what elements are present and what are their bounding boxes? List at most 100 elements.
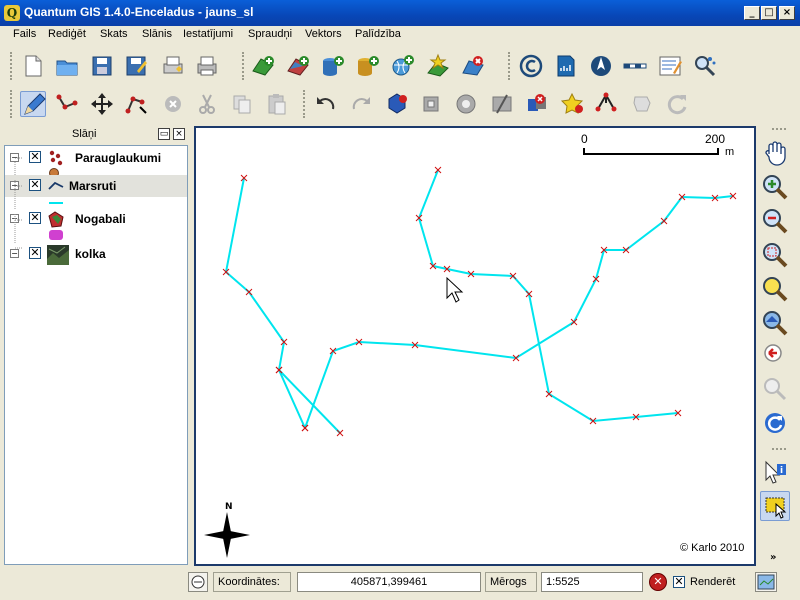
scale-input[interactable]: 1:5525: [541, 572, 643, 592]
add-spatialite-layer-icon[interactable]: [354, 53, 380, 79]
north-arrow-plugin-icon[interactable]: [588, 53, 614, 79]
save-as-icon[interactable]: [123, 53, 149, 79]
render-checkbox[interactable]: ✕: [673, 576, 685, 588]
maximize-button[interactable]: □: [761, 6, 777, 20]
rotate-point-symbols-icon[interactable]: [629, 91, 655, 117]
georeferencer-icon[interactable]: [657, 53, 683, 79]
refresh-icon[interactable]: [760, 408, 790, 438]
close-button[interactable]: ×: [779, 6, 795, 20]
menu-bar: Fails Rediģēt Skats Slānis Iestatījumi S…: [0, 26, 800, 44]
plugin-search-icon[interactable]: [692, 53, 718, 79]
add-postgis-layer-icon[interactable]: [319, 53, 345, 79]
zoom-last-icon[interactable]: [760, 340, 790, 370]
scalebar-end-label: 200: [705, 132, 726, 146]
open-project-icon[interactable]: [54, 53, 80, 79]
menu-view[interactable]: Skats: [100, 28, 128, 40]
layers-legend: − ✕ Parauglaukumi − ✕ Marsruti − ✕ Nogab…: [4, 145, 188, 565]
vertex-marker: [660, 217, 668, 225]
title-bar: Q Quantum GIS 1.4.0-Enceladus - jauns_sl…: [0, 0, 800, 26]
scalebar-plugin-icon[interactable]: [622, 53, 648, 79]
toolbar-grip[interactable]: [242, 52, 245, 80]
route-line: [417, 169, 679, 423]
cut-features-icon[interactable]: [194, 91, 220, 117]
map-canvas[interactable]: 0 200 m N © Karlo 2010: [194, 126, 756, 566]
dock-close-button[interactable]: ×: [173, 128, 185, 140]
toolbar-overflow-chevron[interactable]: »: [770, 552, 776, 563]
zoom-out-icon[interactable]: [760, 206, 790, 236]
print-icon[interactable]: [194, 53, 220, 79]
minimize-button[interactable]: _: [744, 6, 760, 20]
svg-text:i: i: [780, 466, 783, 476]
merge-features-icon[interactable]: [524, 91, 550, 117]
menu-help[interactable]: Palīdzība: [355, 28, 401, 40]
menu-file[interactable]: Fails: [13, 28, 36, 40]
window-title: Quantum GIS 1.4.0-Enceladus - jauns_sl: [24, 5, 254, 19]
copyright-label: © Karlo 2010: [680, 542, 745, 554]
layers-panel-header: Slāņi ▭ ×: [4, 127, 188, 143]
node-tool-icon[interactable]: [123, 91, 149, 117]
reshape-features-icon[interactable]: [559, 91, 585, 117]
add-island-icon[interactable]: [453, 91, 479, 117]
stop-rendering-icon[interactable]: ✕: [649, 573, 667, 591]
add-raster-layer-icon[interactable]: [285, 53, 311, 79]
zoom-to-layer-icon[interactable]: [760, 308, 790, 338]
menu-edit[interactable]: Rediģēt: [48, 28, 86, 40]
gps-tools-icon[interactable]: [553, 53, 579, 79]
split-features-icon[interactable]: [489, 91, 515, 117]
remove-layer-icon[interactable]: [460, 53, 486, 79]
dock-float-button[interactable]: ▭: [158, 128, 170, 140]
undo-icon[interactable]: [313, 91, 339, 117]
copy-features-icon[interactable]: [229, 91, 255, 117]
zoom-next-icon[interactable]: [760, 374, 790, 404]
qgis-logo-icon: Q: [4, 5, 20, 21]
menu-vector[interactable]: Vektors: [305, 28, 342, 40]
menu-layer[interactable]: Slānis: [142, 28, 172, 40]
zoom-to-selection-icon[interactable]: [760, 240, 790, 270]
toggle-editing-icon[interactable]: [20, 91, 46, 117]
toolbar-grip[interactable]: [508, 52, 511, 80]
redo-icon[interactable]: [348, 91, 374, 117]
toolbar-grip[interactable]: [10, 52, 13, 80]
status-bar: Koordinātes: 405871,399461 Mērogs 1:5525…: [0, 568, 800, 600]
offset-curve-icon[interactable]: [593, 91, 619, 117]
copyright-label-icon[interactable]: [518, 53, 544, 79]
vertex-marker: [245, 288, 253, 296]
refresh-disabled-icon[interactable]: [664, 91, 690, 117]
simplify-feature-icon[interactable]: [384, 91, 410, 117]
paste-features-icon[interactable]: [264, 91, 290, 117]
toolbar-grip[interactable]: [772, 448, 786, 451]
north-arrow: N: [202, 502, 252, 558]
move-feature-icon[interactable]: [89, 91, 115, 117]
toolbar-grip[interactable]: [303, 90, 306, 118]
projection-status-icon[interactable]: [755, 572, 777, 592]
delete-selected-icon[interactable]: [160, 91, 186, 117]
pan-tool-icon[interactable]: [760, 138, 790, 168]
select-features-icon[interactable]: [760, 491, 790, 521]
menu-plugins[interactable]: Spraudņi: [248, 28, 292, 40]
print-composer-icon[interactable]: [160, 53, 186, 79]
save-project-icon[interactable]: [89, 53, 115, 79]
zoom-in-icon[interactable]: [760, 172, 790, 202]
capture-line-icon[interactable]: [54, 91, 80, 117]
north-arrow-icon: [204, 512, 250, 558]
toolbar-grip[interactable]: [772, 128, 786, 131]
new-project-icon[interactable]: [20, 53, 46, 79]
render-label: Renderēt: [690, 576, 736, 588]
main-toolbar: [0, 46, 800, 86]
progress-toggle-icon[interactable]: [188, 572, 208, 592]
add-ring-icon[interactable]: [418, 91, 444, 117]
identify-features-icon[interactable]: i: [760, 458, 790, 488]
route-line: [224, 177, 306, 429]
zoom-full-icon[interactable]: [760, 274, 790, 304]
scalebar-start-label: 0: [581, 132, 588, 146]
tree-connector-lines: [14, 157, 23, 249]
layers-panel-title: Slāņi: [72, 128, 97, 140]
scalebar-bar: [583, 148, 719, 155]
new-vector-layer-icon[interactable]: [425, 53, 451, 79]
toolbar-grip[interactable]: [10, 90, 13, 118]
vertex-marker: [336, 429, 344, 437]
add-vector-layer-icon[interactable]: [250, 53, 276, 79]
add-wms-layer-icon[interactable]: [389, 53, 415, 79]
menu-settings[interactable]: Iestatījumi: [183, 28, 233, 40]
scalebar-unit-label: m: [725, 146, 735, 158]
